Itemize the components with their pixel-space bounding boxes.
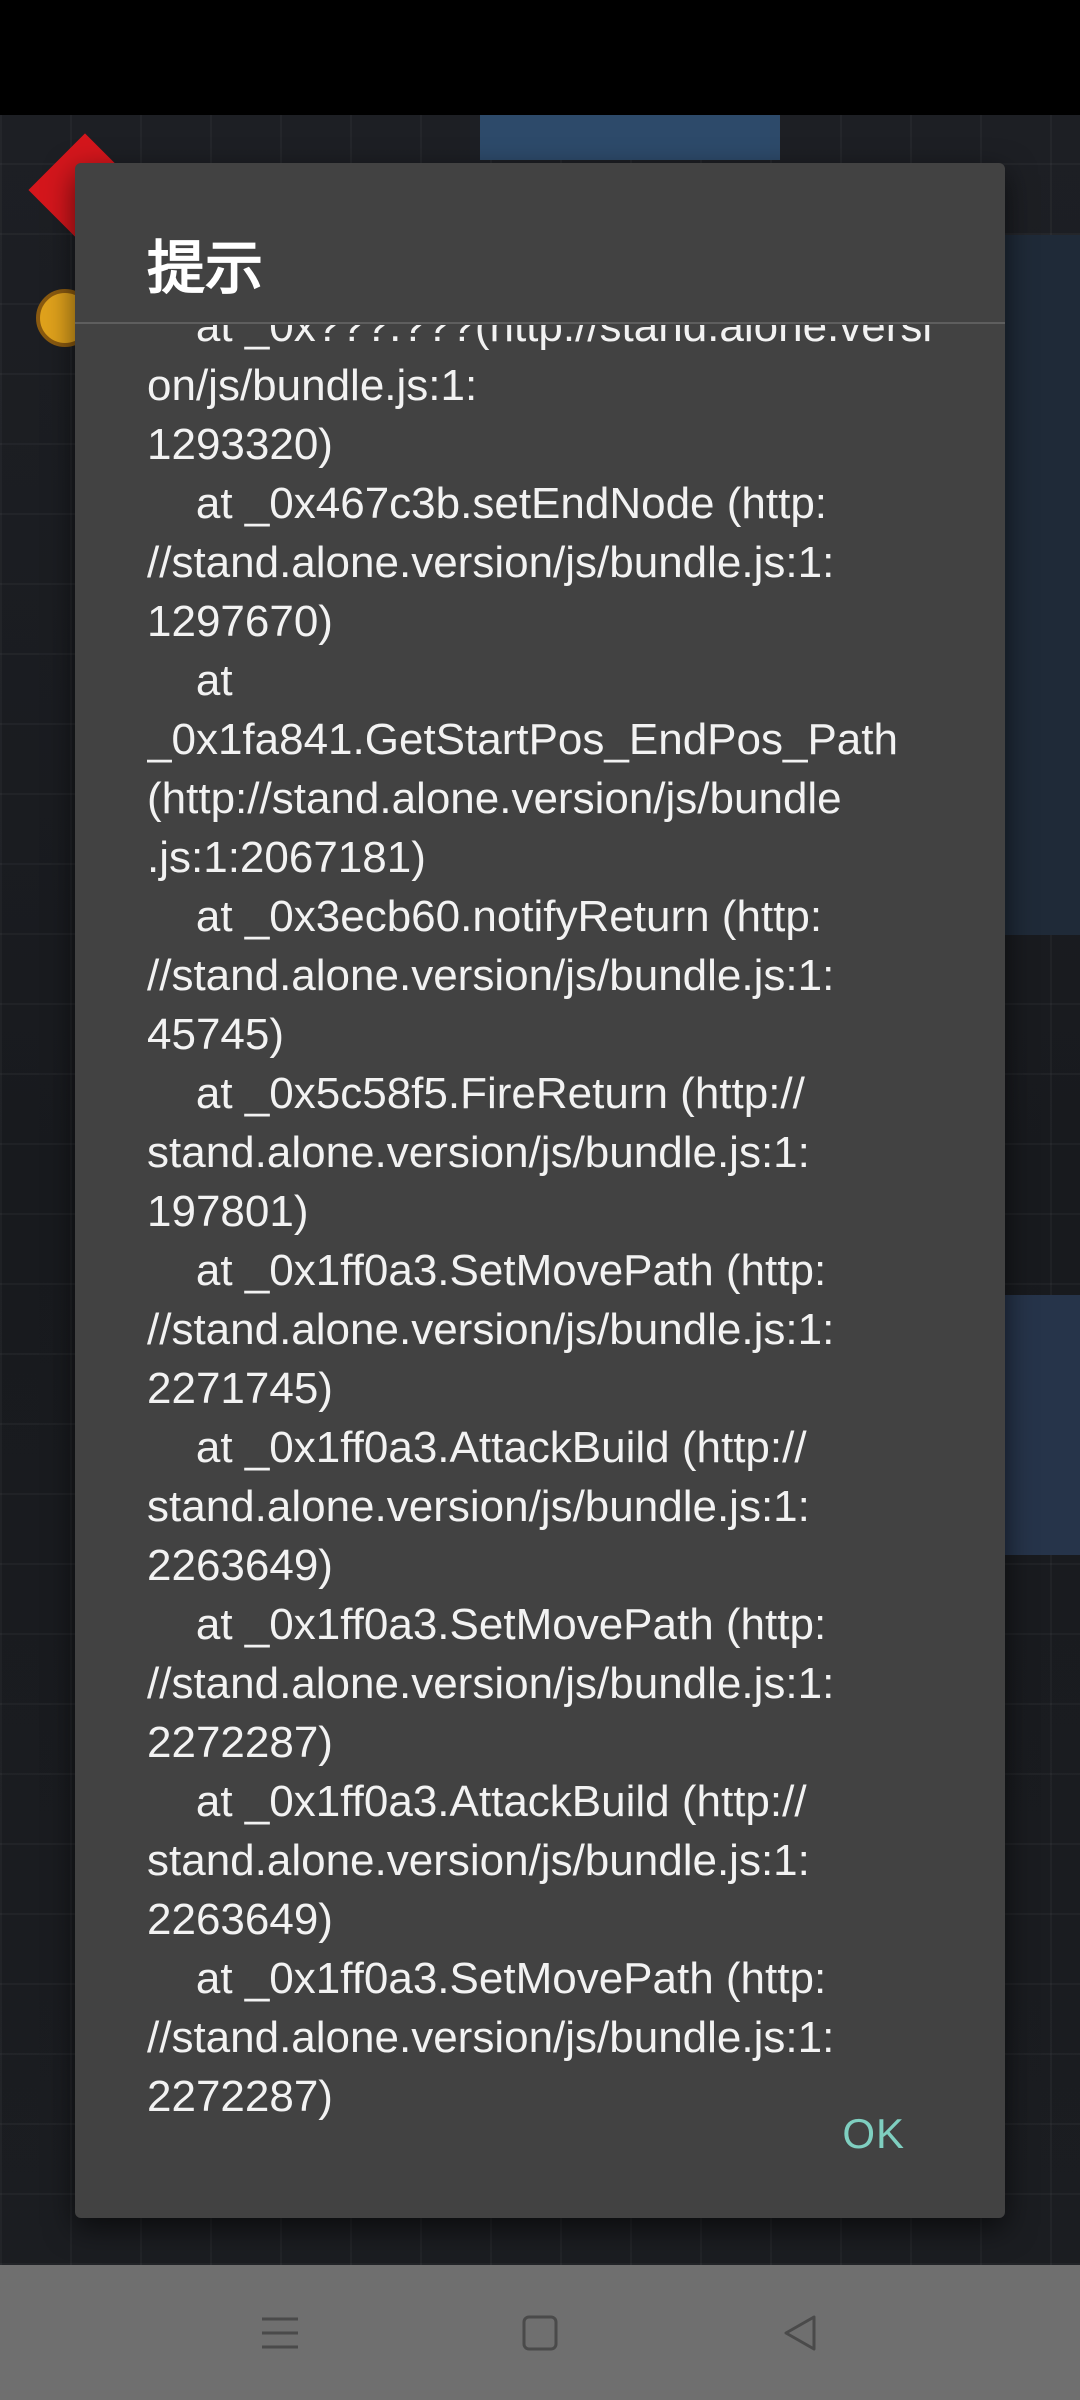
dialog-message-scroll[interactable]: at _0x???.???(http://stand.alone.version… <box>147 325 937 2207</box>
nav-home-button[interactable] <box>460 2265 620 2400</box>
game-side-panel <box>1005 235 1080 935</box>
alert-dialog: 提示 at _0x???.???(http://stand.alone.vers… <box>75 163 1005 2218</box>
back-triangle-icon <box>784 2315 816 2350</box>
home-square-icon <box>522 2315 558 2350</box>
navigation-bar <box>0 2265 1080 2400</box>
dialog-divider <box>75 322 1005 324</box>
dialog-title: 提示 <box>147 234 264 302</box>
ok-button[interactable]: OK <box>842 2110 905 2158</box>
screen: 提示 at _0x???.???(http://stand.alone.vers… <box>0 0 1080 2400</box>
game-side-panel-lower <box>1005 1295 1080 1555</box>
menu-icon <box>262 2317 298 2348</box>
nav-menu-button[interactable] <box>200 2265 360 2400</box>
status-bar <box>0 0 1080 115</box>
dialog-message-text: at _0x???.???(http://stand.alone.version… <box>147 325 933 2121</box>
nav-back-button[interactable] <box>720 2265 880 2400</box>
game-top-panel <box>480 115 780 160</box>
